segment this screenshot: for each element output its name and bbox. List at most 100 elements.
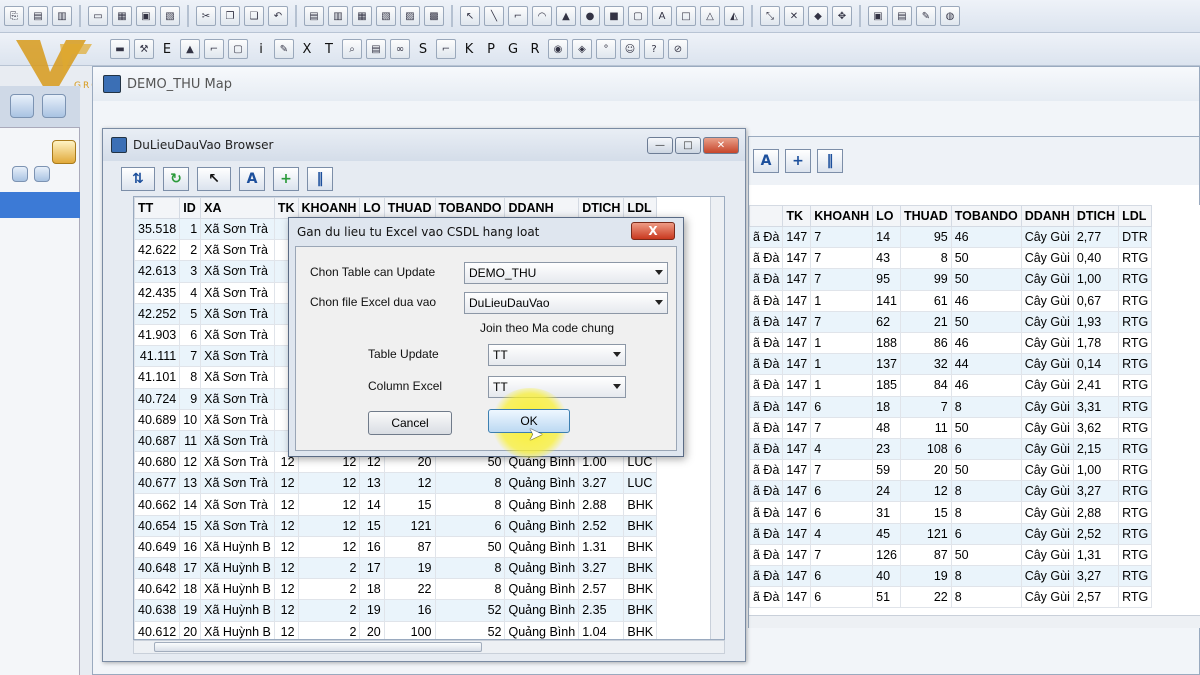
gun-icon[interactable]: ⌐ xyxy=(436,39,456,59)
pdf-icon[interactable]: ▧ xyxy=(160,6,180,26)
eye-icon[interactable]: ◉ xyxy=(548,39,568,59)
background-table-cell[interactable]: 32 xyxy=(899,353,952,376)
background-table-cell[interactable]: 87 xyxy=(899,543,952,567)
browser-table-cell[interactable]: 40.642 xyxy=(134,578,181,601)
new-window-icon[interactable]: ▣ xyxy=(868,6,888,26)
background-table-row[interactable]: ã Đà 147 7 126 87 50 Cây Gùi 1,31 RTG xyxy=(749,543,1153,567)
browser-table-cell[interactable]: BHK xyxy=(623,620,658,639)
browser-table-cell[interactable]: 2.57 xyxy=(578,578,625,601)
background-table-cell[interactable]: RTG xyxy=(1118,374,1153,397)
browser-table-cell[interactable]: 9 xyxy=(179,387,202,410)
background-table-cell[interactable]: 2,41 xyxy=(1072,374,1120,397)
browser-table-cell[interactable]: 12 xyxy=(273,620,299,639)
browser-table-cell[interactable]: Xã Sơn Trà xyxy=(200,302,275,325)
background-table-cell[interactable]: 6 xyxy=(810,501,874,524)
browser-table-cell[interactable]: 40.612 xyxy=(134,620,181,639)
background-table-cell[interactable]: 46 xyxy=(950,225,1022,249)
browser-table-cell[interactable]: 7 xyxy=(179,345,202,368)
background-table-cell[interactable]: ã Đà xyxy=(749,331,784,355)
browser-table-cell[interactable]: 12 xyxy=(297,514,361,537)
select-icon[interactable]: ↖ xyxy=(460,6,480,26)
browser-table-cell[interactable]: 15 xyxy=(179,514,202,537)
table-icon[interactable]: ▧ xyxy=(376,6,396,26)
rectangle-icon[interactable]: ■ xyxy=(604,6,624,26)
background-table-cell[interactable]: 3,27 xyxy=(1072,480,1120,503)
background-table-row[interactable]: ã Đà 147 7 95 99 50 Cây Gùi 1,00 RTG xyxy=(749,268,1153,291)
sort-icon[interactable]: ⇅ xyxy=(121,167,155,191)
browser-table-cell[interactable]: Xã Huỳnh B xyxy=(200,535,275,559)
browser-table-cell[interactable]: 42.622 xyxy=(134,239,181,262)
background-table-cell[interactable]: 185 xyxy=(872,374,901,397)
columns-icon[interactable]: ‖ xyxy=(817,149,843,173)
background-table-cell[interactable]: ã Đà xyxy=(749,395,784,418)
browser-table-cell[interactable]: Xã Sơn Trà xyxy=(200,408,275,431)
tool-g[interactable]: G xyxy=(504,42,522,57)
cursor-select-icon[interactable]: ↖ xyxy=(197,167,231,191)
background-table-cell[interactable]: 147 xyxy=(782,586,812,609)
maximize-button[interactable]: □ xyxy=(675,137,701,154)
background-table-cell[interactable]: ã Đà xyxy=(749,289,784,312)
browser-table-cell[interactable]: 3 xyxy=(179,260,202,283)
browser-table-cell[interactable]: 50 xyxy=(434,535,506,559)
browser-table-cell[interactable]: Xã Huỳnh B xyxy=(200,556,275,580)
background-table-cell[interactable]: 7 xyxy=(810,247,874,270)
background-table-cell[interactable]: RTG xyxy=(1118,459,1153,482)
background-table-row[interactable]: ã Đà 147 6 31 15 8 Cây Gùi 2,88 RTG xyxy=(749,501,1153,524)
background-table-cell[interactable]: ã Đà xyxy=(749,225,784,249)
find-icon[interactable]: ⌕ xyxy=(342,39,362,59)
background-table-column-header[interactable]: LO xyxy=(872,205,901,227)
browser-table-cell[interactable]: 12 xyxy=(273,514,299,537)
browser-table-cell[interactable]: 12 xyxy=(179,451,202,474)
decimal-degree-icon[interactable]: ° xyxy=(596,39,616,59)
browser-table-cell[interactable]: 19 xyxy=(383,556,436,580)
browser-table-column-header[interactable]: ID xyxy=(179,197,202,219)
background-table-cell[interactable]: 4 xyxy=(810,437,874,461)
selected-layer-row[interactable] xyxy=(0,192,80,218)
background-table-cell[interactable]: Cây Gùi xyxy=(1020,522,1074,545)
background-table-cell[interactable]: Cây Gùi xyxy=(1020,437,1074,461)
background-table-cell[interactable]: RTG xyxy=(1118,268,1153,291)
background-table-cell[interactable]: 3,31 xyxy=(1072,395,1120,418)
background-table-cell[interactable]: 50 xyxy=(950,247,1022,270)
background-table-cell[interactable]: 8 xyxy=(950,480,1022,503)
background-table-cell[interactable]: 50 xyxy=(950,310,1022,333)
browser-table-cell[interactable]: 2.52 xyxy=(578,514,625,537)
background-table-row[interactable]: ã Đà 147 6 51 22 8 Cây Gùi 2,57 RTG xyxy=(749,586,1153,609)
background-table-cell[interactable]: ã Đà xyxy=(749,310,784,333)
line-icon[interactable]: ╲ xyxy=(484,6,504,26)
pencil-icon[interactable]: ✎ xyxy=(916,6,936,26)
browser-table-cell[interactable]: 1 xyxy=(179,217,202,241)
background-table-cell[interactable]: 147 xyxy=(782,522,812,545)
browser-table-cell[interactable]: Xã Huỳnh B xyxy=(200,578,275,601)
background-table-cell[interactable]: 2,57 xyxy=(1072,586,1120,609)
browser-table-row[interactable]: 40.677 13 Xã Sơn Trà 12 12 13 12 8 Quảng Bình 3.2… xyxy=(134,472,658,495)
background-table-cell[interactable]: RTG xyxy=(1118,501,1153,524)
browser-table-cell[interactable]: 18 xyxy=(179,578,202,601)
undo-icon[interactable]: ↶ xyxy=(268,6,288,26)
font-icon[interactable]: A xyxy=(753,149,779,173)
background-table-cell[interactable]: 19 xyxy=(899,564,952,588)
background-table-row[interactable]: ã Đà 147 1 141 61 46 Cây Gùi 0,67 RTG xyxy=(749,289,1153,312)
background-table-cell[interactable]: 147 xyxy=(782,310,812,333)
browser-table-cell[interactable]: 41.111 xyxy=(134,345,181,368)
background-table-cell[interactable]: 24 xyxy=(872,480,901,503)
background-table-cell[interactable]: RTG xyxy=(1118,437,1153,461)
browser-table-cell[interactable]: 13 xyxy=(179,472,202,495)
background-table-cell[interactable]: 1 xyxy=(810,353,874,376)
boundary-icon[interactable]: ⌐ xyxy=(204,39,224,59)
browser-table-cell[interactable]: Xã Sơn Trà xyxy=(200,323,275,347)
background-table-row[interactable]: ã Đà 147 7 62 21 50 Cây Gùi 1,93 RTG xyxy=(749,310,1153,333)
background-table-cell[interactable]: ã Đà xyxy=(749,268,784,291)
browser-table-cell[interactable]: 42.613 xyxy=(134,260,181,283)
background-table-cell[interactable]: 15 xyxy=(899,501,952,524)
background-table-row[interactable]: ã Đà 147 6 24 12 8 Cây Gùi 3,27 RTG xyxy=(749,480,1153,503)
open-icon[interactable]: ⎘ xyxy=(4,6,24,26)
background-table-cell[interactable]: Cây Gùi xyxy=(1020,268,1074,291)
browser-table-cell[interactable]: Xã Sơn Trà xyxy=(200,239,275,262)
background-table-cell[interactable]: 2,88 xyxy=(1072,501,1120,524)
background-table-cell[interactable]: 50 xyxy=(950,416,1022,439)
background-table-cell[interactable]: Cây Gùi xyxy=(1020,395,1074,418)
browser-table-cell[interactable]: 87 xyxy=(383,535,436,559)
background-table-cell[interactable]: Cây Gùi xyxy=(1020,331,1074,355)
minimize-button[interactable]: — xyxy=(647,137,673,154)
